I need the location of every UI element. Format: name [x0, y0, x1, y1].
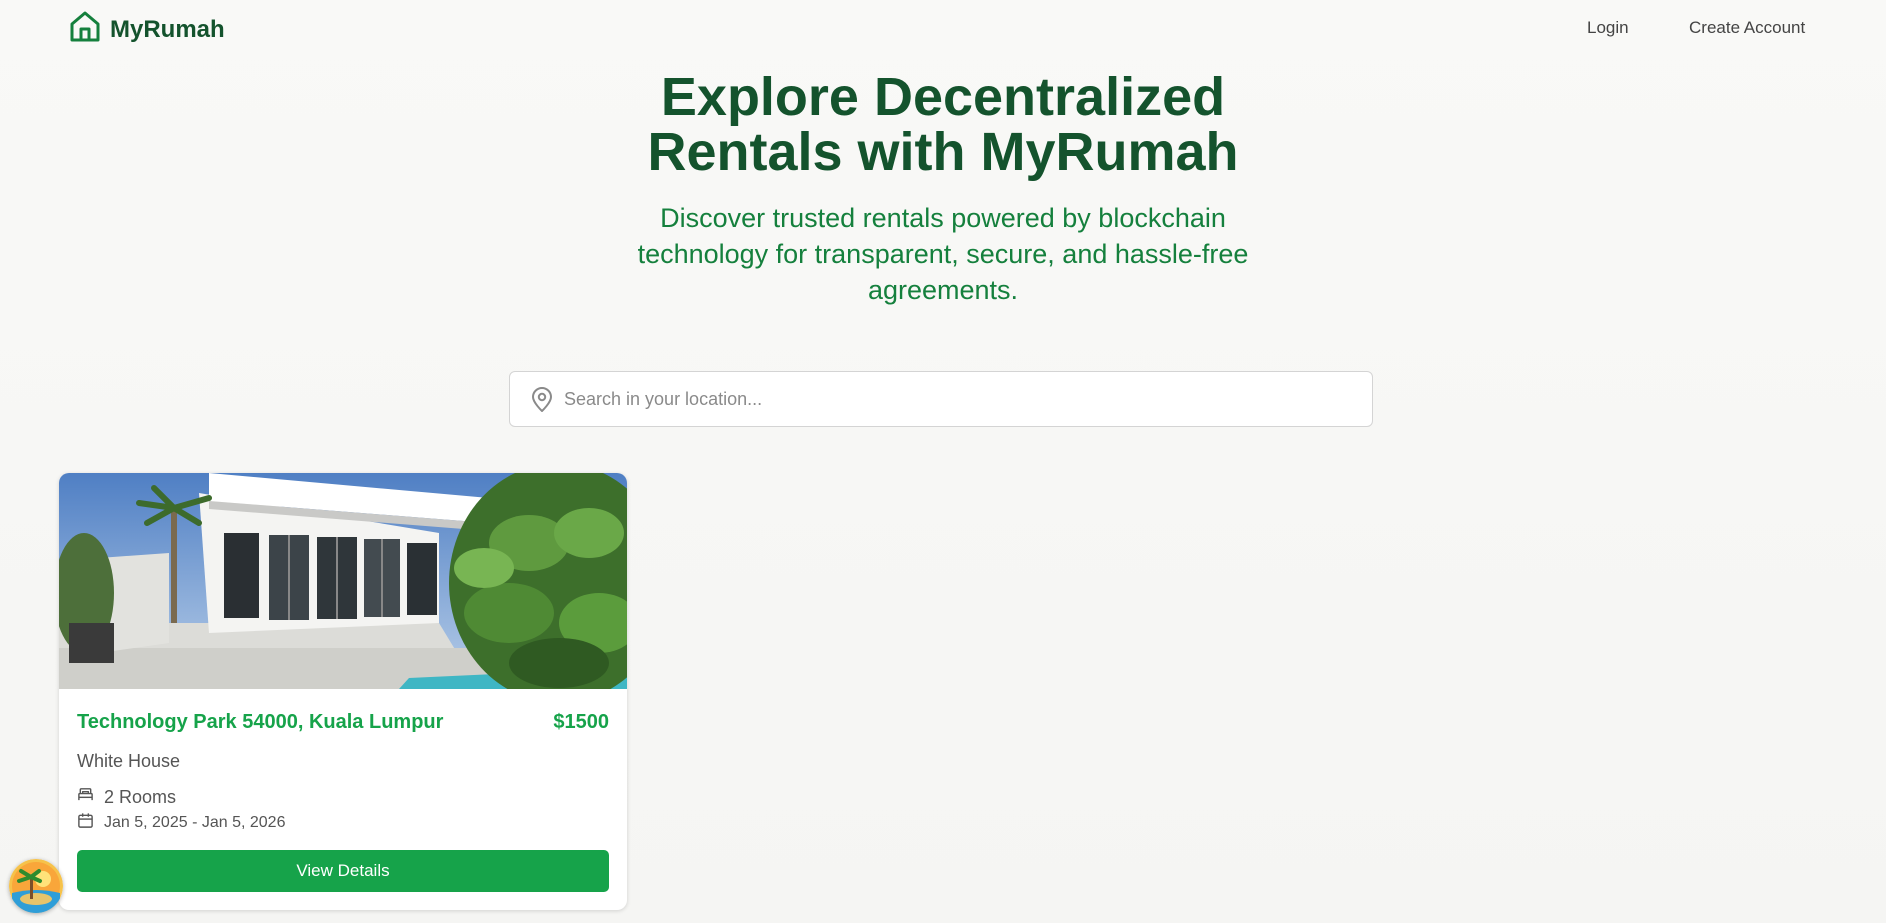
beach-icon [9, 859, 63, 913]
bed-icon [77, 786, 94, 808]
location-search-bar [509, 371, 1373, 427]
brand-logo-link[interactable]: MyRumah [68, 10, 225, 49]
view-details-button[interactable]: View Details [77, 850, 609, 892]
calendar-icon [77, 812, 94, 834]
floating-avatar-button[interactable] [9, 859, 63, 913]
create-account-link[interactable]: Create Account [1689, 18, 1805, 38]
listing-dates-label: Jan 5, 2025 - Jan 5, 2026 [104, 814, 286, 831]
listing-location: Technology Park 54000, Kuala Lumpur [77, 711, 444, 733]
listing-dates: Jan 5, 2025 - Jan 5, 2026 [77, 812, 285, 834]
listing-card[interactable]: Technology Park 54000, Kuala Lumpur $150… [59, 473, 627, 910]
login-link[interactable]: Login [1587, 18, 1629, 38]
listing-rooms: 2 Rooms [77, 786, 176, 808]
home-icon [68, 10, 102, 49]
listing-rooms-label: 2 Rooms [104, 786, 177, 807]
hero-section: Explore Decentralized Rentals with MyRum… [0, 70, 1886, 308]
location-search-input[interactable] [564, 372, 1354, 426]
hero-title: Explore Decentralized Rentals with MyRum… [647, 67, 1239, 182]
listing-name: White House [77, 751, 181, 771]
top-navigation: MyRumah Login Create Account [0, 0, 1886, 56]
listing-photo [59, 473, 627, 689]
brand-name: MyRumah [110, 15, 225, 43]
hero-subtitle: Discover trusted rentals powered by bloc… [637, 203, 1249, 305]
map-pin-icon [530, 387, 554, 413]
listing-price: $1500 [553, 711, 609, 733]
